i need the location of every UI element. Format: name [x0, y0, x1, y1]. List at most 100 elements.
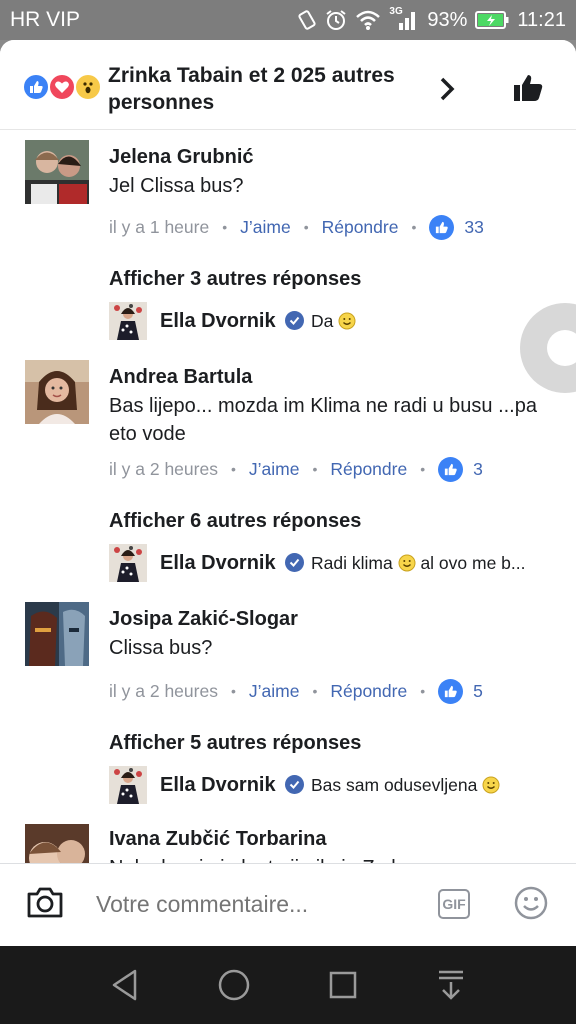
wifi-icon [356, 10, 381, 30]
avatar[interactable] [109, 302, 147, 340]
comments-sheet: Zrinka Tabain et 2 025 autres personnes … [0, 40, 576, 946]
comment-text: Clissa bus? [109, 637, 213, 659]
separator: • [420, 461, 426, 477]
battery-charging-icon [475, 11, 509, 29]
separator: • [411, 219, 417, 235]
verified-badge-icon [285, 553, 304, 572]
reply-text: Radi klima al ovo me b... [311, 553, 549, 574]
like-count[interactable]: 5 [438, 678, 483, 704]
comment-input[interactable] [96, 891, 416, 918]
reaction-summary [22, 73, 106, 101]
emoji-picker-icon[interactable] [514, 886, 548, 920]
comment-time: il y a 2 heures [109, 680, 218, 701]
commenter-name[interactable]: Josipa Zakić-Slogar [109, 608, 298, 631]
gif-button[interactable]: GIF [438, 889, 470, 919]
like-icon [429, 214, 455, 240]
like-button-icon[interactable] [512, 73, 544, 103]
reply-text-content: Bas sam odusevljena [311, 775, 478, 795]
like-icon [438, 678, 464, 704]
comment-text: Jel Clissa bus? [109, 175, 244, 197]
verified-badge-icon [285, 311, 304, 330]
show-more-replies-link[interactable]: Afficher 3 autres réponses [109, 268, 361, 291]
system-navigation-bar [0, 946, 576, 1024]
show-more-replies-link[interactable]: Afficher 5 autres réponses [109, 732, 361, 755]
like-link[interactable]: J’aime [240, 217, 291, 238]
vibrate-icon [298, 10, 316, 30]
like-count[interactable]: 33 [429, 214, 484, 240]
like-count-value: 3 [473, 458, 483, 479]
like-count-value: 5 [473, 680, 483, 701]
chat-head-center [547, 330, 576, 366]
clock: 11:21 [517, 8, 566, 31]
comment: Josipa Zakić-Slogar Clissa bus? il y a 2… [0, 602, 576, 832]
comment: Andrea Bartula Bas lijepo... mozda im Kl… [0, 360, 576, 605]
status-icons: 3G 93% 11:21 [297, 6, 566, 33]
alarm-icon [326, 10, 346, 30]
separator: • [230, 461, 236, 477]
comments-list[interactable]: Jelena Grubnić Jel Clissa bus? il y a 1 … [0, 130, 576, 863]
comment-time: il y a 2 heures [109, 458, 218, 479]
verified-badge-icon [285, 775, 304, 794]
separator: • [222, 219, 228, 235]
reply-text-content: al ovo me b... [420, 553, 526, 573]
separator: • [312, 461, 318, 477]
reply-link[interactable]: Répondre [330, 459, 407, 480]
comment: Ivana Zubčić Torbarina Nek...k...ni...i.… [0, 824, 576, 863]
reply-link[interactable]: Répondre [330, 681, 407, 702]
avatar[interactable] [109, 766, 147, 804]
battery-percent: 93% [427, 8, 468, 31]
smiley-emoji-icon [482, 776, 500, 794]
like-icon [22, 73, 50, 101]
like-icon [438, 456, 464, 482]
home-icon[interactable] [217, 968, 251, 1002]
reply-text: Da [311, 311, 356, 332]
like-link[interactable]: J’aime [249, 459, 300, 480]
like-count-value: 33 [464, 216, 484, 237]
reactions-header[interactable]: Zrinka Tabain et 2 025 autres personnes [0, 40, 576, 130]
smiley-emoji-icon [338, 312, 356, 330]
comment-text: Nek...k...ni...i...k...t...ji...il...j..… [109, 854, 549, 863]
comment-meta: il y a 2 heures • J’aime • Répondre • 3 [109, 456, 483, 482]
reply-preview[interactable]: Ella Dvornik Bas sam odusevljena [109, 766, 549, 806]
like-link[interactable]: J’aime [249, 681, 300, 702]
avatar[interactable] [109, 544, 147, 582]
show-more-replies-link[interactable]: Afficher 6 autres réponses [109, 510, 361, 533]
avatar[interactable] [25, 140, 89, 204]
reply-link[interactable]: Répondre [322, 217, 399, 238]
comment-meta: il y a 2 heures • J’aime • Répondre • 5 [109, 678, 483, 704]
avatar[interactable] [25, 360, 89, 424]
commenter-name[interactable]: Ivana Zubčić Torbarina [109, 828, 326, 851]
reply-author-name[interactable]: Ella Dvornik [160, 310, 276, 333]
carrier-name: HR VIP [10, 8, 81, 31]
camera-icon[interactable] [26, 885, 64, 919]
separator: • [230, 683, 236, 699]
chevron-right-icon[interactable] [436, 76, 458, 102]
wow-icon [74, 73, 102, 101]
notification-pull-icon[interactable] [436, 968, 466, 1002]
reactions-title[interactable]: Zrinka Tabain et 2 025 autres personnes [108, 62, 418, 116]
status-bar: HR VIP 3G 93% 11:21 [0, 0, 576, 40]
avatar[interactable] [25, 824, 89, 863]
back-icon[interactable] [110, 968, 140, 1002]
reply-text-content: Radi klima [311, 553, 393, 573]
commenter-name[interactable]: Andrea Bartula [109, 366, 252, 389]
comment-time: il y a 1 heure [109, 216, 210, 237]
reply-preview[interactable]: Ella Dvornik Da [109, 302, 549, 342]
avatar[interactable] [25, 602, 89, 666]
separator: • [420, 683, 426, 699]
comment-text: Bas lijepo... mozda im Klima ne radi u b… [109, 395, 537, 445]
comment: Jelena Grubnić Jel Clissa bus? il y a 1 … [0, 140, 576, 380]
reply-preview[interactable]: Ella Dvornik Radi klima al ovo me b... [109, 544, 549, 584]
like-count[interactable]: 3 [438, 456, 483, 482]
reply-author-name[interactable]: Ella Dvornik [160, 774, 276, 797]
reply-text-content: Da [311, 311, 334, 331]
comment-composer: GIF [0, 863, 576, 946]
signal-icon: 3G [389, 6, 419, 32]
recents-icon[interactable] [328, 968, 358, 1002]
separator: • [312, 683, 318, 699]
commenter-name[interactable]: Jelena Grubnić [109, 146, 254, 169]
comment-meta: il y a 1 heure • J’aime • Répondre • 33 [109, 214, 484, 240]
reply-author-name[interactable]: Ella Dvornik [160, 552, 276, 575]
love-icon [48, 73, 76, 101]
reply-text: Bas sam odusevljena [311, 775, 500, 796]
